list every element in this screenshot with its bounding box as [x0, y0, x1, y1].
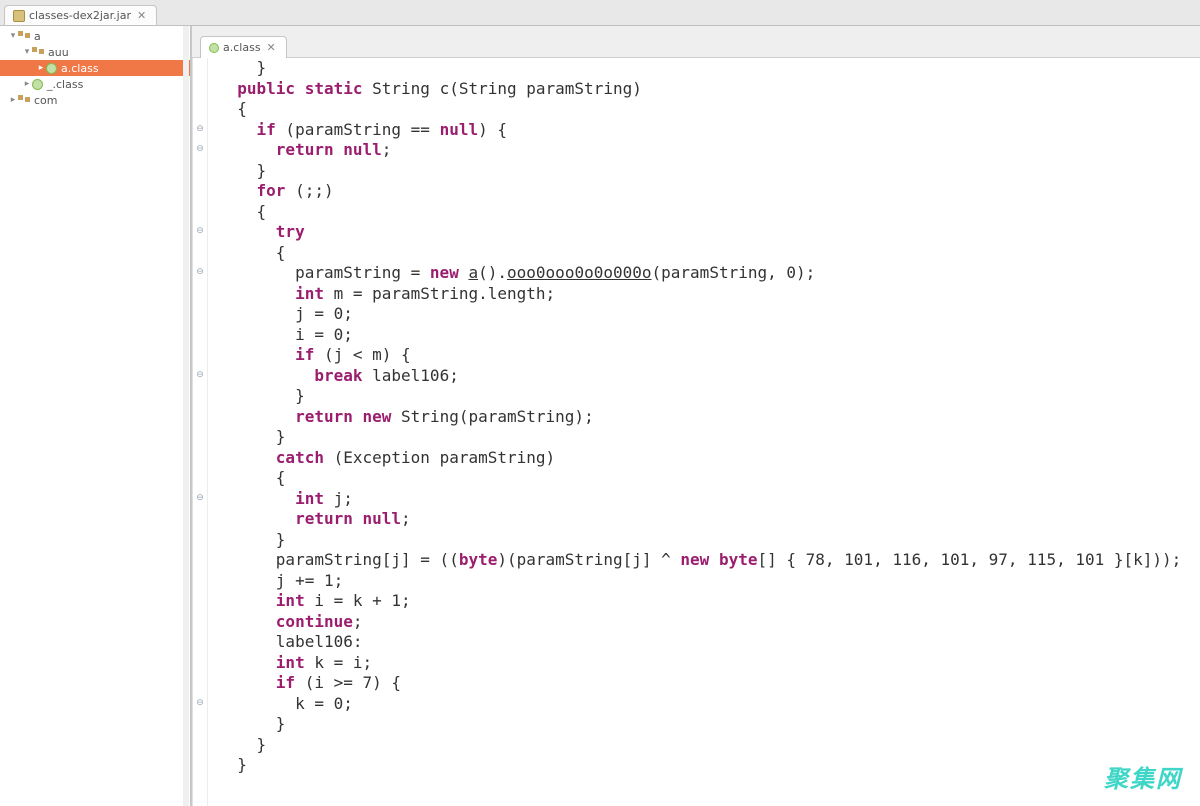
- code-line: {: [218, 99, 1181, 120]
- code-line: for (;;): [218, 181, 1181, 202]
- fold-toggle-icon[interactable]: ⊖: [195, 698, 205, 708]
- tree-item-a-class[interactable]: ▸ a.class: [0, 60, 191, 76]
- code-line: }: [218, 386, 1181, 407]
- code-line: return new String(paramString);: [218, 407, 1181, 428]
- window-tab-bar: classes-dex2jar.jar ✕: [0, 0, 1200, 26]
- code-line: public static String c(String paramStrin…: [218, 79, 1181, 100]
- code-line: {: [218, 243, 1181, 264]
- code-line: {: [218, 202, 1181, 223]
- source-code[interactable]: } public static String c(String paramStr…: [208, 58, 1191, 806]
- editor-tab-bar: a.class ✕: [192, 26, 1200, 58]
- code-line: j = 0;: [218, 304, 1181, 325]
- tree-item-com[interactable]: ▸ com: [0, 92, 191, 108]
- code-line: label106:: [218, 632, 1181, 653]
- code-line: break label106;: [218, 366, 1181, 387]
- editor-body: ⊖ ⊖ ⊖ ⊖ ⊖ ⊖ ⊖ } public static String c(String …: [192, 58, 1200, 806]
- class-icon: [46, 63, 57, 74]
- code-line: return null;: [218, 140, 1181, 161]
- code-line: }: [218, 714, 1181, 735]
- expand-arrow-icon[interactable]: ▾: [8, 31, 18, 41]
- code-line: k = 0;: [218, 694, 1181, 715]
- expand-arrow-icon[interactable]: ▸: [36, 63, 46, 73]
- fold-toggle-icon[interactable]: ⊖: [195, 124, 205, 134]
- class-icon: [32, 79, 43, 90]
- code-line: continue;: [218, 612, 1181, 633]
- editor-tab-a-class[interactable]: a.class ✕: [200, 36, 287, 58]
- class-icon: [209, 43, 219, 53]
- code-line: catch (Exception paramString): [218, 448, 1181, 469]
- editor-tab-label: a.class: [223, 41, 261, 54]
- main-split: ▾a▾auu▸a.class▸_.class▸com a.class ✕ ⊖⊖⊖…: [0, 26, 1200, 806]
- sidebar-scrollbar[interactable]: [183, 26, 189, 806]
- code-line: i = 0;: [218, 325, 1181, 346]
- package-icon: [32, 47, 44, 57]
- tree-item-label: a.class: [61, 62, 99, 75]
- expand-arrow-icon[interactable]: ▾: [22, 47, 32, 57]
- code-line: paramString = new a().ooo0ooo0o0o000o(pa…: [218, 263, 1181, 284]
- window-tab-label: classes-dex2jar.jar: [29, 9, 131, 22]
- jar-icon: [13, 10, 25, 22]
- code-line: if (paramString == null) {: [218, 120, 1181, 141]
- tree-item-label: com: [34, 94, 58, 107]
- window-tab-classes-jar[interactable]: classes-dex2jar.jar ✕: [4, 5, 157, 25]
- code-line: }: [218, 427, 1181, 448]
- fold-toggle-icon[interactable]: ⊖: [195, 144, 205, 154]
- fold-toggle-icon[interactable]: ⊖: [195, 370, 205, 380]
- tree-item-_-class[interactable]: ▸ _.class: [0, 76, 191, 92]
- editor-area: a.class ✕ ⊖ ⊖ ⊖ ⊖ ⊖ ⊖ ⊖ } public static String…: [192, 26, 1200, 806]
- tree-item-auu[interactable]: ▾ auu: [0, 44, 191, 60]
- code-line: if (i >= 7) {: [218, 673, 1181, 694]
- close-icon[interactable]: ✕: [135, 9, 148, 22]
- code-line: return null;: [218, 509, 1181, 530]
- tree-item-label: _.class: [47, 78, 83, 91]
- fold-toggle-icon[interactable]: ⊖: [195, 267, 205, 277]
- code-line: int m = paramString.length;: [218, 284, 1181, 305]
- expand-arrow-icon[interactable]: ▸: [8, 95, 18, 105]
- package-icon: [18, 95, 30, 105]
- code-line: paramString[j] = ((byte)(paramString[j] …: [218, 550, 1181, 571]
- fold-toggle-icon[interactable]: ⊖: [195, 493, 205, 503]
- code-line: try: [218, 222, 1181, 243]
- code-line: int k = i;: [218, 653, 1181, 674]
- tree-item-label: auu: [48, 46, 69, 59]
- expand-arrow-icon[interactable]: ▸: [22, 79, 32, 89]
- code-line: }: [218, 530, 1181, 551]
- code-line: }: [218, 735, 1181, 756]
- code-line: j += 1;: [218, 571, 1181, 592]
- tree-item-label: a: [34, 30, 41, 43]
- fold-gutter[interactable]: ⊖ ⊖ ⊖ ⊖ ⊖ ⊖ ⊖: [192, 58, 208, 806]
- fold-toggle-icon[interactable]: ⊖: [195, 226, 205, 236]
- code-line: }: [218, 755, 1181, 776]
- package-tree-sidebar: ▾a▾auu▸a.class▸_.class▸com: [0, 26, 192, 806]
- code-line: int j;: [218, 489, 1181, 510]
- package-icon: [18, 31, 30, 41]
- package-tree[interactable]: ▾a▾auu▸a.class▸_.class▸com: [0, 26, 191, 110]
- code-line: {: [218, 468, 1181, 489]
- code-line: }: [218, 58, 1181, 79]
- code-line: if (j < m) {: [218, 345, 1181, 366]
- code-line: }: [218, 161, 1181, 182]
- tree-item-a[interactable]: ▾a: [0, 28, 191, 44]
- code-line: int i = k + 1;: [218, 591, 1181, 612]
- close-icon[interactable]: ✕: [265, 41, 278, 54]
